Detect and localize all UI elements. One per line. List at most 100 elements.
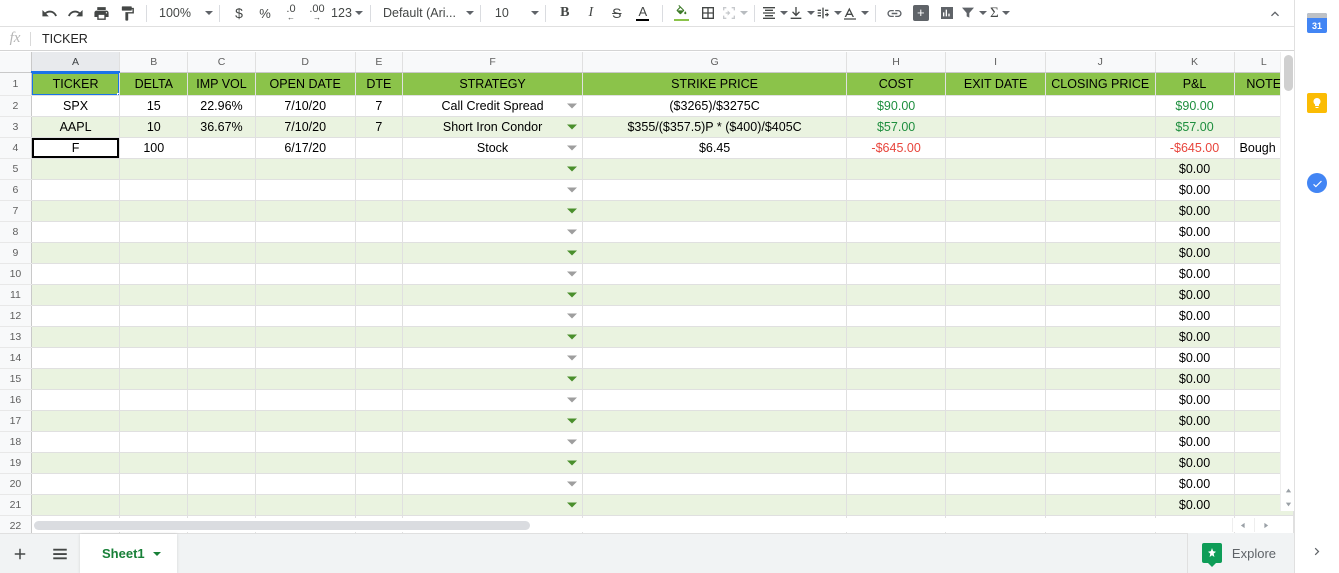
cell-D14[interactable] <box>255 347 356 369</box>
column-header-I[interactable]: I <box>945 52 1046 73</box>
cell-I18[interactable] <box>945 431 1046 453</box>
column-header-A[interactable]: A <box>31 52 121 73</box>
cell-J10[interactable] <box>1045 263 1156 285</box>
cell-B13[interactable] <box>119 326 189 348</box>
cell-K14[interactable]: $0.00 <box>1155 347 1235 369</box>
cell-E13[interactable] <box>355 326 403 348</box>
cell-H17[interactable] <box>846 410 947 432</box>
cell-I21[interactable] <box>945 494 1046 516</box>
dropdown-arrow-icon[interactable] <box>567 250 578 255</box>
cell-G14[interactable] <box>582 347 847 369</box>
cell-K1[interactable]: P&L <box>1155 72 1235 96</box>
dropdown-arrow-icon[interactable] <box>567 376 578 381</box>
cell-K16[interactable]: $0.00 <box>1155 389 1235 411</box>
cell-C10[interactable] <box>187 263 256 285</box>
cell-D17[interactable] <box>255 410 356 432</box>
cell-F2[interactable]: Call Credit Spread <box>402 95 584 117</box>
cell-K10[interactable]: $0.00 <box>1155 263 1235 285</box>
cell-D15[interactable] <box>255 368 356 390</box>
cell-G4[interactable]: $6.45 <box>582 137 847 159</box>
cell-H7[interactable] <box>846 200 947 222</box>
cell-J20[interactable] <box>1045 473 1156 495</box>
cell-B20[interactable] <box>119 473 189 495</box>
scroll-up-button[interactable] <box>1281 483 1295 497</box>
column-header-J[interactable]: J <box>1045 52 1156 73</box>
cell-K4[interactable]: -$645.00 <box>1155 137 1235 159</box>
create-filter-button[interactable] <box>960 1 987 25</box>
cell-B17[interactable] <box>119 410 189 432</box>
dropdown-arrow-icon[interactable] <box>567 229 578 234</box>
redo-button[interactable] <box>62 1 88 25</box>
cell-C7[interactable] <box>187 200 256 222</box>
cell-I4[interactable] <box>945 137 1046 159</box>
cell-A19[interactable] <box>31 452 121 474</box>
cell-J18[interactable] <box>1045 431 1156 453</box>
row-header-15[interactable]: 15 <box>0 368 32 390</box>
cell-H10[interactable] <box>846 263 947 285</box>
cell-B4[interactable]: 100 <box>119 137 189 159</box>
cell-C9[interactable] <box>187 242 256 264</box>
cell-E19[interactable] <box>355 452 403 474</box>
add-sheet-button[interactable] <box>0 534 40 573</box>
insert-chart-button[interactable] <box>934 1 960 25</box>
cell-G11[interactable] <box>582 284 847 306</box>
column-header-E[interactable]: E <box>355 52 403 73</box>
cell-A10[interactable] <box>31 263 121 285</box>
row-header-22[interactable]: 22 <box>0 515 32 533</box>
cell-H6[interactable] <box>846 179 947 201</box>
row-header-8[interactable]: 8 <box>0 221 32 243</box>
cell-G17[interactable] <box>582 410 847 432</box>
font-selector[interactable]: Default (Ari... <box>377 1 474 25</box>
cell-D6[interactable] <box>255 179 356 201</box>
cell-H14[interactable] <box>846 347 947 369</box>
cell-H4[interactable]: -$645.00 <box>846 137 947 159</box>
cell-K9[interactable]: $0.00 <box>1155 242 1235 264</box>
cell-J12[interactable] <box>1045 305 1156 327</box>
cell-H16[interactable] <box>846 389 947 411</box>
cell-G15[interactable] <box>582 368 847 390</box>
cell-F20[interactable] <box>402 473 584 495</box>
cell-F3[interactable]: Short Iron Condor <box>402 116 584 138</box>
print-button[interactable] <box>88 1 114 25</box>
cell-B19[interactable] <box>119 452 189 474</box>
cell-K17[interactable]: $0.00 <box>1155 410 1235 432</box>
cell-G20[interactable] <box>582 473 847 495</box>
cell-C3[interactable]: 36.67% <box>187 116 256 138</box>
cell-D9[interactable] <box>255 242 356 264</box>
cell-E21[interactable] <box>355 494 403 516</box>
horizontal-align-button[interactable] <box>761 1 788 25</box>
paint-format-button[interactable] <box>114 1 140 25</box>
row-header-18[interactable]: 18 <box>0 431 32 453</box>
dropdown-arrow-icon[interactable] <box>567 502 578 507</box>
cell-G12[interactable] <box>582 305 847 327</box>
expand-panel-button[interactable] <box>1295 544 1339 559</box>
cell-D19[interactable] <box>255 452 356 474</box>
cell-B21[interactable] <box>119 494 189 516</box>
cell-B1[interactable]: DELTA <box>119 72 189 96</box>
cell-B7[interactable] <box>119 200 189 222</box>
column-header-H[interactable]: H <box>846 52 947 73</box>
cell-G5[interactable] <box>582 158 847 180</box>
cell-E3[interactable]: 7 <box>355 116 403 138</box>
cell-D13[interactable] <box>255 326 356 348</box>
cell-J21[interactable] <box>1045 494 1156 516</box>
cell-C18[interactable] <box>187 431 256 453</box>
horizontal-scrollbar[interactable] <box>32 518 1275 532</box>
cell-A1[interactable]: TICKER <box>31 72 121 96</box>
select-all-corner[interactable] <box>0 52 32 73</box>
cell-E18[interactable] <box>355 431 403 453</box>
cell-A2[interactable]: SPX <box>31 95 121 117</box>
cell-G2[interactable]: ($3265)/$3275C <box>582 95 847 117</box>
cell-D18[interactable] <box>255 431 356 453</box>
cell-J9[interactable] <box>1045 242 1156 264</box>
cell-I20[interactable] <box>945 473 1046 495</box>
all-sheets-button[interactable] <box>40 534 80 573</box>
cell-I10[interactable] <box>945 263 1046 285</box>
cell-H15[interactable] <box>846 368 947 390</box>
cell-G19[interactable] <box>582 452 847 474</box>
cell-F8[interactable] <box>402 221 584 243</box>
cell-J14[interactable] <box>1045 347 1156 369</box>
cell-A5[interactable] <box>31 158 121 180</box>
cell-I13[interactable] <box>945 326 1046 348</box>
row-header-9[interactable]: 9 <box>0 242 32 264</box>
